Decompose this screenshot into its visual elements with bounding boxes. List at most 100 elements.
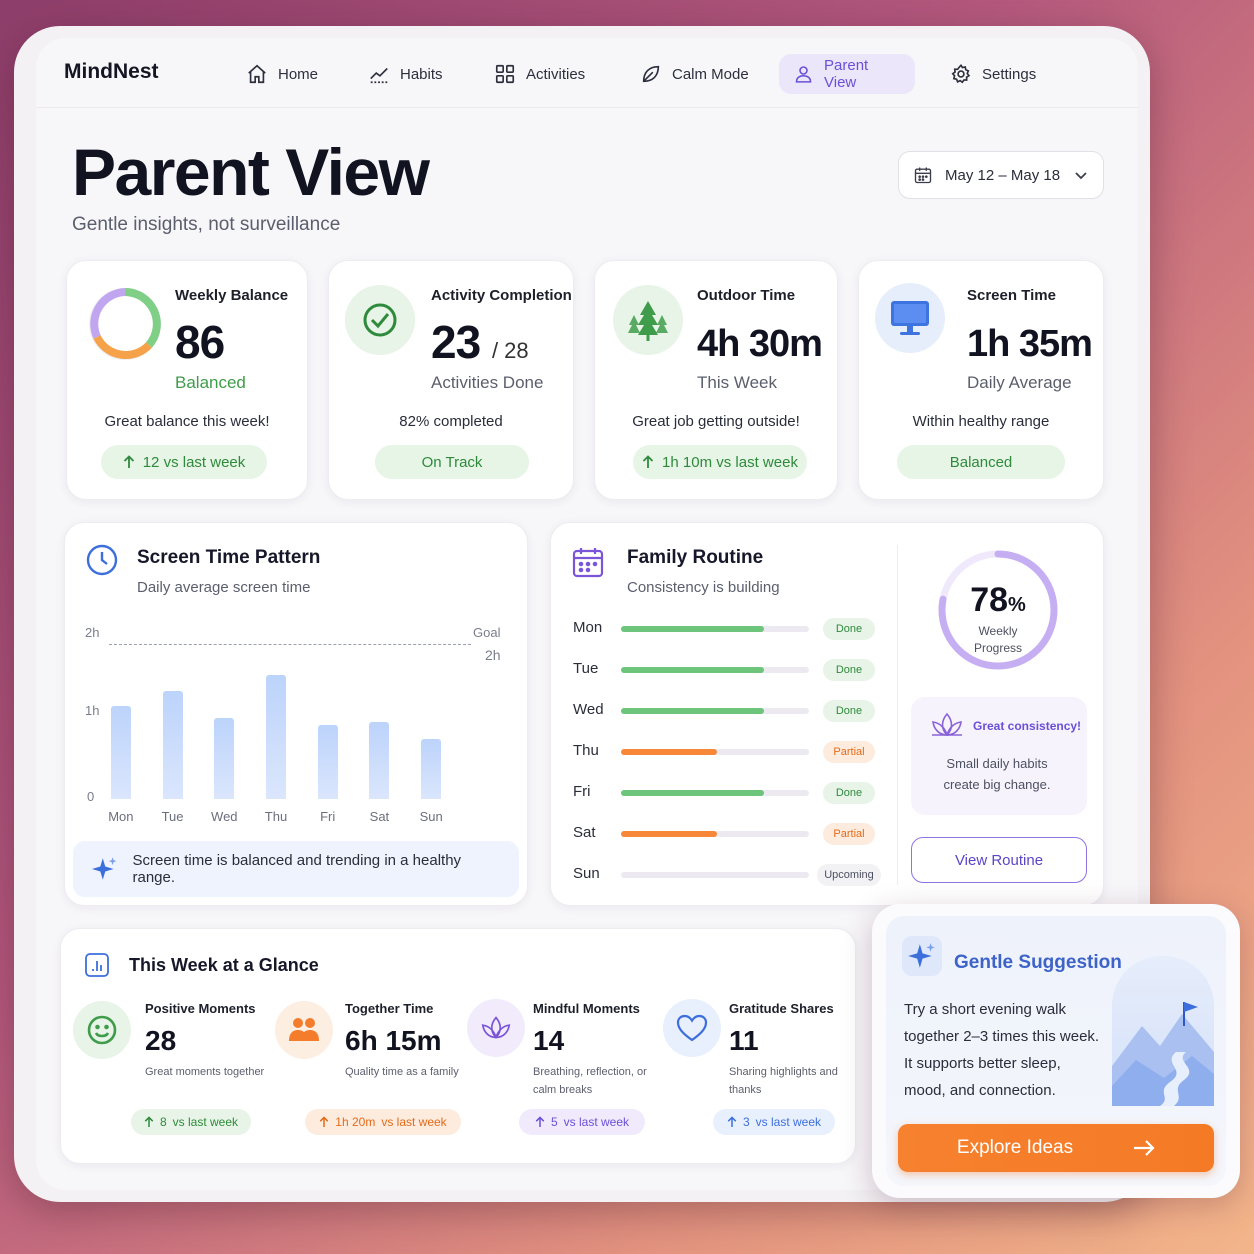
x-tick-label: Sat — [369, 809, 390, 824]
family-icon — [275, 1001, 333, 1059]
glance-item-value: 11 — [729, 1025, 759, 1056]
stat-card-outdoor-time[interactable]: Outdoor Time 4h 30m This Week Great job … — [594, 260, 838, 500]
consistency-text: Small daily habits create big change. — [943, 756, 1051, 792]
goal-label: Goal — [473, 625, 501, 640]
routine-status-badge: Upcoming — [817, 864, 881, 886]
routine-progress-track — [621, 790, 809, 796]
nav-calm-mode-label: Calm Mode — [672, 65, 749, 83]
sparkle-icon — [91, 857, 117, 880]
glance-item-title: Mindful Moments — [533, 1001, 640, 1016]
glance-item-sub: Breathing, reflection, or calm breaks — [533, 1066, 647, 1096]
family-routine-card: Family Routine Consistency is building 7… — [550, 522, 1104, 906]
stat-sub: Balanced — [175, 373, 246, 392]
routine-progress-track — [621, 749, 809, 755]
glance-item-title: Positive Moments — [145, 1001, 256, 1016]
monitor-icon — [875, 283, 945, 353]
x-tick-label: Thu — [264, 809, 288, 824]
stat-status-pill: Balanced — [897, 445, 1065, 479]
consistency-box: Great consistency! Small daily habits cr… — [911, 697, 1087, 815]
routine-progress-track — [621, 667, 809, 673]
date-range-label: May 12 – May 18 — [945, 166, 1061, 184]
divider — [897, 545, 898, 885]
nav-parent-view-label: Parent View — [824, 57, 869, 91]
stat-sub: Daily Average — [967, 373, 1072, 392]
explore-ideas-button[interactable]: Explore Ideas — [898, 1124, 1214, 1172]
nav-calm-mode[interactable]: Calm Mode — [626, 54, 763, 94]
stat-value: 86 — [175, 316, 225, 368]
glance-item-title: Together Time — [345, 1001, 434, 1016]
page-title: Parent View — [72, 135, 430, 209]
stat-note: 82% completed — [399, 413, 503, 430]
suggestion-text: Try a short evening walk together 2–3 ti… — [904, 1001, 1100, 1099]
stat-value: 4h 30m — [697, 323, 823, 365]
x-tick-label: Fri — [320, 809, 336, 824]
stat-status-pill: On Track — [375, 445, 529, 479]
arrow-up-icon — [123, 455, 134, 468]
arrow-up-icon — [144, 1116, 154, 1127]
top-nav: MindNest Home Habits Activities Calm Mod… — [36, 38, 1138, 108]
heart-icon — [663, 999, 721, 1057]
bar-tue — [162, 690, 183, 799]
x-tick-label: Sun — [419, 809, 443, 824]
calendar-icon — [914, 167, 932, 184]
stat-trend-pill: 1h 10m vs last week — [633, 445, 807, 479]
stat-card-activity-completion[interactable]: Activity Completion 23 / 28 Activities D… — [328, 260, 574, 500]
y-tick: 1h — [85, 703, 100, 718]
chart-box-icon — [85, 953, 109, 977]
date-range-picker[interactable]: May 12 – May 18 — [898, 151, 1104, 199]
app-logo[interactable]: MindNest — [64, 60, 159, 84]
glance-item-value: 14 — [533, 1025, 565, 1056]
nav-activities[interactable]: Activities — [480, 54, 599, 94]
balance-ring-icon — [89, 288, 161, 360]
calendar-icon — [572, 548, 604, 578]
stat-card-screen-time[interactable]: Screen Time 1h 35m Daily Average Within … — [858, 260, 1104, 500]
routine-day-label: Mon — [573, 619, 603, 636]
home-icon — [248, 64, 266, 84]
routine-day-label: Sat — [573, 824, 596, 841]
stat-value: 23 / 28 — [431, 316, 529, 368]
section-title: Screen Time Pattern — [137, 547, 321, 568]
routine-progress-fill — [621, 831, 717, 837]
x-tick-label: Tue — [161, 809, 184, 824]
suggestion-title: Gentle Suggestion — [954, 952, 1122, 973]
smile-icon — [73, 1001, 131, 1059]
routine-progress-fill — [621, 667, 764, 673]
nav-habits-label: Habits — [400, 65, 443, 83]
routine-status-badge: Done — [823, 782, 875, 804]
clock-icon — [86, 544, 118, 576]
glance-trend-pill: 5 vs last week — [519, 1109, 645, 1135]
routine-status-badge: Done — [823, 618, 875, 640]
nav-home-label: Home — [278, 65, 319, 83]
x-tick-label: Wed — [211, 809, 238, 824]
nav-parent-view[interactable]: Parent View — [779, 54, 915, 94]
glance-item-sub: Quality time as a family — [345, 1066, 459, 1078]
nav-home[interactable]: Home — [232, 54, 332, 94]
y-tick: 2h — [85, 625, 100, 640]
glance-item-title: Gratitude Shares — [729, 1001, 834, 1016]
routine-progress-track — [621, 626, 809, 632]
check-circle-icon — [345, 285, 415, 355]
sparkle-icon — [902, 936, 942, 976]
stat-note: Great balance this week! — [104, 413, 270, 430]
stat-value: 1h 35m — [967, 323, 1093, 365]
view-routine-button[interactable]: View Routine — [911, 837, 1087, 883]
gentle-suggestion-card: Gentle Suggestion Try a short evening wa… — [872, 904, 1240, 1198]
routine-day-label: Sun — [573, 865, 600, 882]
mountain-path-illustration — [1112, 956, 1214, 1106]
x-axis-labels: Mon Tue Wed Thu Fri Sat Sun — [108, 809, 471, 827]
bar-chart-plot — [109, 644, 471, 799]
nav-habits[interactable]: Habits — [354, 54, 457, 94]
leaf-icon — [642, 65, 660, 83]
routine-status-badge: Partial — [823, 741, 875, 763]
routine-progress-track — [621, 831, 809, 837]
routine-day-label: Wed — [573, 701, 604, 718]
screen-time-pattern-card: Screen Time Pattern Daily average screen… — [64, 522, 528, 906]
routine-status-badge: Done — [823, 700, 875, 722]
glance-item-value: 28 — [145, 1025, 177, 1056]
arrow-up-icon — [320, 1116, 329, 1127]
stat-sub: Activities Done — [431, 373, 544, 392]
bar-mon — [110, 706, 131, 799]
trend-chart-icon — [370, 67, 388, 84]
nav-settings[interactable]: Settings — [936, 54, 1050, 94]
stat-card-weekly-balance[interactable]: Weekly Balance 86 Balanced Great balance… — [66, 260, 308, 500]
